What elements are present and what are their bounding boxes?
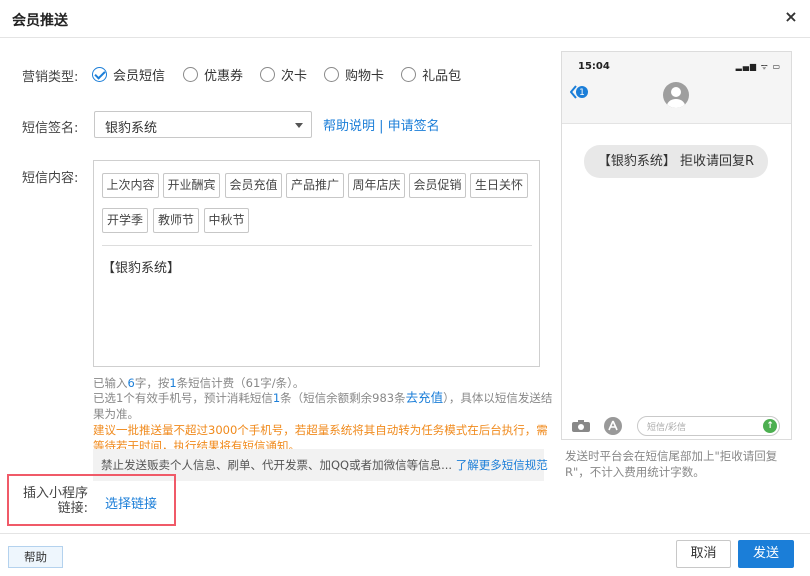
count-text: 字，按	[134, 376, 170, 390]
count-info-block: 已选1个有效手机号，预计消耗短信1条（短信余额剩余983条去充值），具体以短信发…	[93, 390, 553, 454]
radio-shopping-card[interactable]: 购物卡	[324, 65, 384, 84]
close-icon[interactable]: ×	[782, 8, 800, 26]
msg-count: 1	[169, 376, 177, 390]
sms-content-box: 上次内容 开业酬宾 会员充值 产品推广 周年店庆 会员促销 生日关怀 开学季 教…	[93, 160, 540, 367]
help-button[interactable]: 帮助	[8, 546, 63, 568]
radio-label: 会员短信	[113, 68, 166, 84]
radio-label: 礼品包	[422, 68, 462, 84]
marketing-type-radio-group: 会员短信 优惠券 次卡 购物卡 礼品包	[92, 64, 478, 84]
mini-program-label-line: 链接:	[57, 501, 89, 516]
content-divider	[102, 245, 532, 246]
send-arrow-icon[interactable]: ↑	[763, 419, 777, 433]
template-button[interactable]: 产品推广	[286, 173, 344, 198]
template-button[interactable]: 会员充值	[225, 173, 282, 198]
radio-member-sms[interactable]: 会员短信	[92, 65, 165, 84]
apply-signature-link[interactable]: 申请签名	[388, 119, 440, 134]
radio-coupon[interactable]: 优惠券	[183, 65, 243, 84]
sms-content-textarea[interactable]: 【银豹系统】	[102, 257, 180, 276]
camera-icon[interactable]	[571, 419, 591, 433]
radio-checked-icon	[92, 66, 107, 82]
phone-input-bar: 短信/彩信 ↑	[562, 412, 791, 440]
avatar-icon	[663, 82, 689, 108]
count-info-line1: 已输入6字，按1条短信计费（61字/条）。	[93, 375, 553, 391]
template-button[interactable]: 周年店庆	[348, 173, 405, 198]
recharge-link[interactable]: 去充值	[406, 390, 444, 405]
select-link-button[interactable]: 选择链接	[105, 493, 157, 512]
signature-value: 银豹系统	[105, 121, 158, 136]
phone-input-placeholder: 短信/彩信	[647, 423, 687, 433]
signature-label: 短信签名:	[22, 121, 79, 136]
message-bubble: 【银豹系统】 拒收请回复R	[584, 145, 768, 178]
marketing-type-label: 营销类型:	[22, 70, 79, 85]
dialog-header: 会员推送 ×	[0, 0, 810, 38]
mini-program-label: 插入小程序 链接:	[23, 486, 88, 516]
template-button[interactable]: 教师节	[153, 208, 199, 233]
template-button[interactable]: 会员促销	[409, 173, 466, 198]
footer-divider	[0, 533, 810, 534]
radio-gift-pack[interactable]: 礼品包	[401, 65, 461, 84]
phone-header: 15:04 ▂▄▆ ᯤ ▭ 1	[562, 52, 791, 124]
template-button[interactable]: 生日关怀	[470, 173, 528, 198]
back-badge-count: 1	[579, 88, 585, 98]
radio-unchecked-icon	[183, 66, 199, 82]
template-button[interactable]: 中秋节	[204, 208, 249, 233]
notice-text: 禁止发送贩卖个人信息、刷单、代开发票、加QQ或者加微信等信息...	[101, 458, 453, 472]
balance-text: 条（短信余额剩余983条	[280, 391, 406, 405]
template-button[interactable]: 开学季	[102, 208, 148, 233]
phone-status-icons: ▂▄▆ ᯤ ▭	[735, 62, 781, 71]
signature-select[interactable]: 银豹系统	[94, 111, 312, 138]
content-label: 短信内容:	[22, 171, 79, 186]
count-text: 已输入	[93, 376, 128, 390]
radio-unchecked-icon	[260, 66, 276, 82]
radio-times-card[interactable]: 次卡	[260, 65, 307, 84]
link-separator: |	[375, 119, 388, 134]
send-button[interactable]: 发送	[738, 540, 794, 568]
phone-time: 15:04	[578, 61, 610, 72]
template-button[interactable]: 上次内容	[102, 173, 159, 198]
radio-unchecked-icon	[324, 66, 340, 82]
cancel-button[interactable]: 取消	[676, 540, 731, 568]
back-badge-icon[interactable]: 1	[570, 84, 590, 100]
dialog-title: 会员推送	[12, 13, 68, 29]
radio-label: 优惠券	[204, 68, 244, 84]
consume-text: 已选1个有效手机号，预计消耗短信	[93, 391, 273, 405]
radio-label: 次卡	[281, 68, 308, 84]
mini-program-highlight: 插入小程序 链接: 选择链接	[7, 474, 176, 526]
radio-label: 购物卡	[345, 68, 385, 84]
mini-program-label-line: 插入小程序	[23, 486, 89, 501]
template-button[interactable]: 开业酬宾	[163, 173, 220, 198]
app-store-icon[interactable]	[603, 416, 623, 436]
help-link[interactable]: 帮助说明	[323, 119, 375, 134]
radio-unchecked-icon	[401, 66, 417, 82]
caret-down-icon	[295, 123, 303, 128]
sms-policy-link[interactable]: 了解更多短信规范	[456, 458, 548, 472]
char-count: 6	[127, 376, 135, 390]
phone-note: 发送时平台会在短信尾部加上"拒收请回复R"，不计入费用统计字数。	[565, 449, 778, 479]
count-text: 条短信计费（61字/条）。	[176, 376, 305, 390]
phone-preview: 15:04 ▂▄▆ ᯤ ▭ 1 【银豹系统】 拒收请回复R 短信/彩信 ↑	[561, 51, 792, 440]
phone-message-input[interactable]: 短信/彩信 ↑	[637, 416, 780, 436]
signature-links: 帮助说明 | 申请签名	[323, 115, 440, 134]
